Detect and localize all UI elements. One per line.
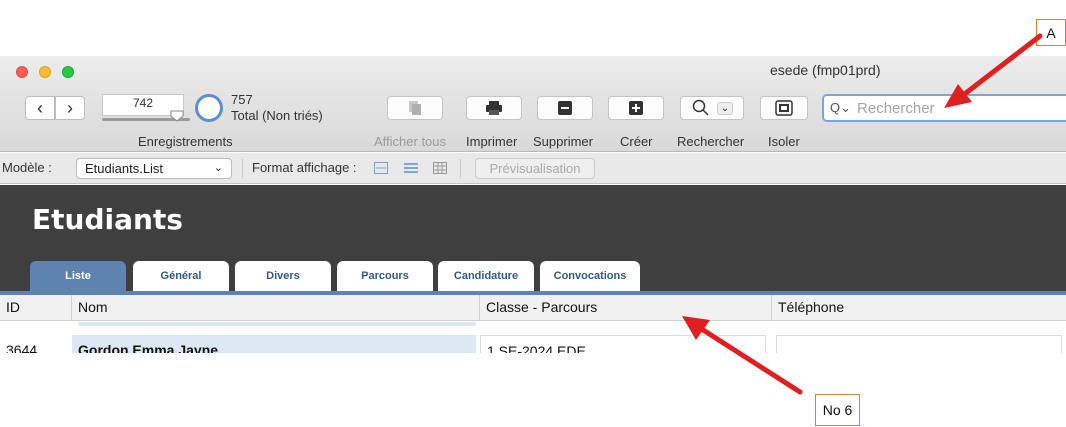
model-label: Modèle : [2, 160, 52, 175]
column-header-classe[interactable]: Classe - Parcours [480, 295, 772, 321]
quick-search[interactable]: Q⌄ [822, 94, 1066, 122]
callout-no6: No 6 [815, 394, 860, 426]
window-title: esede (fmp01prd) [770, 62, 881, 78]
column-headers: ID Nom Classe - Parcours Téléphone [0, 295, 1066, 321]
magnifier-icon [692, 99, 709, 116]
cell-nom[interactable]: Gordon Emma Jayne [72, 335, 476, 353]
find-label: Rechercher [677, 134, 745, 149]
show-all-icon [409, 101, 421, 115]
chevron-down-icon: ⌄ [716, 101, 734, 115]
page-title: Etudiants [32, 203, 183, 236]
isolate-label: Isoler [768, 134, 800, 149]
search-icon: Q⌄ [830, 100, 852, 115]
preview-button[interactable]: Prévisualisation [475, 158, 595, 179]
show-all-label: Afficher tous [374, 134, 447, 149]
column-header-nom[interactable]: Nom [72, 295, 480, 321]
printer-icon [486, 101, 502, 115]
total-records: 757 [231, 92, 253, 107]
record-pie-icon [195, 94, 223, 122]
isolate-icon [775, 100, 793, 116]
chevron-right-icon: › [67, 97, 73, 118]
layout-select-value: Etudiants.List [85, 161, 164, 176]
records-label: Enregistrements [138, 134, 233, 149]
total-label: Total (Non triés) [231, 108, 323, 123]
next-record-button[interactable]: › [55, 96, 85, 120]
table-view-icon[interactable] [433, 162, 447, 174]
layout-content: Etudiants Liste Général Divers Parcours … [0, 185, 1066, 353]
delete-label: Supprimer [533, 134, 593, 149]
new-record-icon [629, 101, 643, 115]
tab-convocations[interactable]: Convocations [540, 261, 640, 291]
close-window-button[interactable] [16, 66, 28, 78]
zoom-window-button[interactable] [62, 66, 74, 78]
form-view-icon[interactable] [374, 162, 388, 174]
list-view-icon[interactable] [404, 162, 418, 174]
print-button[interactable] [466, 96, 522, 120]
print-label: Imprimer [466, 134, 518, 149]
chevron-down-icon: ⌄ [213, 162, 223, 174]
tab-liste[interactable]: Liste [30, 261, 126, 291]
format-label: Format affichage : [252, 160, 357, 175]
delete-record-icon [558, 101, 572, 115]
create-label: Créer [620, 134, 653, 149]
minimize-window-button[interactable] [39, 66, 51, 78]
table-row[interactable]: 3644 Gordon Emma Jayne 1 SE-2024 EDE [0, 331, 1066, 353]
tab-general[interactable]: Général [133, 261, 229, 291]
cell-telephone[interactable] [776, 335, 1062, 353]
delete-button[interactable] [537, 96, 593, 120]
title-toolbar: esede (fmp01prd) ‹ › 742 757 Total (Non … [0, 56, 1066, 152]
layout-select[interactable]: Etudiants.List ⌄ [76, 158, 232, 179]
tab-candidature[interactable]: Candidature [438, 261, 534, 291]
isolate-button[interactable] [760, 96, 808, 120]
divider [460, 159, 461, 178]
layout-bar: Modèle : Etudiants.List ⌄ Format afficha… [0, 153, 1066, 184]
chevron-left-icon: ‹ [37, 97, 43, 118]
find-button[interactable]: ⌄ [680, 96, 744, 120]
divider [242, 159, 243, 178]
create-button[interactable] [608, 96, 664, 120]
filemaker-window: esede (fmp01prd) ‹ › 742 757 Total (Non … [0, 56, 1066, 353]
search-input[interactable] [857, 99, 1058, 117]
column-header-id[interactable]: ID [0, 295, 72, 321]
cell-id: 3644 [6, 342, 38, 353]
layout-header: Etudiants Liste Général Divers Parcours … [0, 185, 1066, 295]
callout-a: A [1036, 19, 1066, 46]
previous-record-button[interactable]: ‹ [25, 96, 55, 120]
cell-classe[interactable]: 1 SE-2024 EDE [480, 335, 766, 353]
column-header-telephone[interactable]: Téléphone [772, 295, 1066, 321]
show-all-button[interactable] [387, 96, 443, 120]
slider-thumb[interactable] [170, 110, 184, 122]
tab-bar: Liste Général Divers Parcours Candidatur… [0, 261, 1066, 291]
row-separator [78, 322, 476, 326]
tab-divers[interactable]: Divers [235, 261, 331, 291]
tab-parcours[interactable]: Parcours [337, 261, 433, 291]
